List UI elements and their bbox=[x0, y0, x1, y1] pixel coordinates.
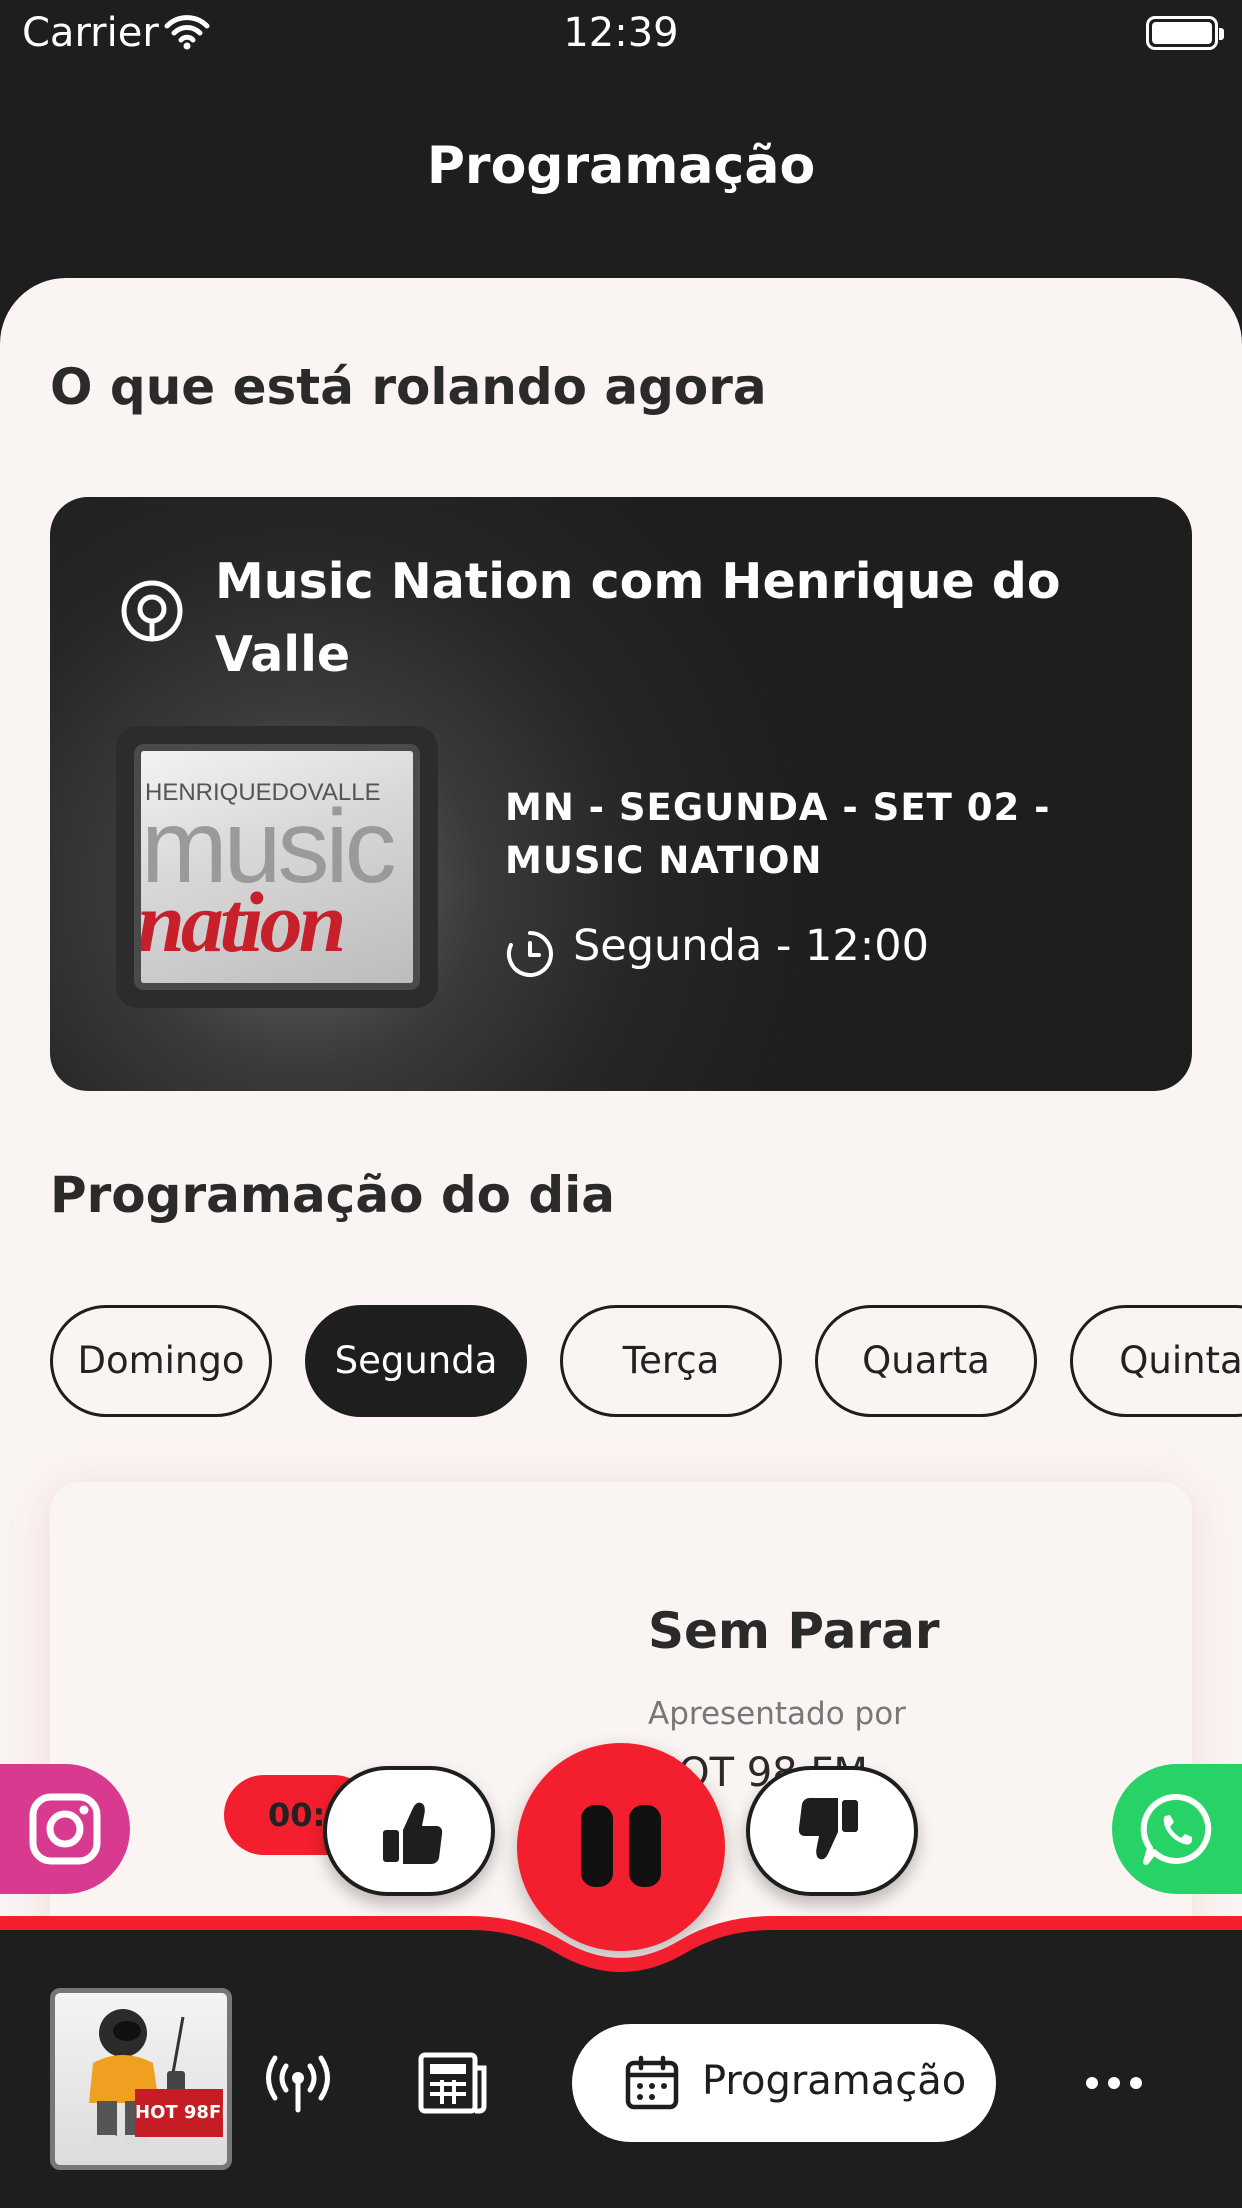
news-icon[interactable] bbox=[418, 2052, 488, 2114]
whatsapp-button[interactable] bbox=[1112, 1764, 1242, 1894]
thumbs-up-icon bbox=[383, 1802, 443, 1864]
whatsapp-icon bbox=[1140, 1793, 1212, 1865]
presented-by-label: Apresentado por bbox=[648, 1696, 906, 1732]
astronaut-mascot-icon bbox=[89, 2009, 185, 2147]
tab-programacao[interactable]: Programação bbox=[572, 2024, 996, 2142]
program-name: Sem Parar bbox=[648, 1602, 940, 1660]
now-playing-card[interactable]: Music Nation com Henrique do Valle HENRI… bbox=[50, 497, 1192, 1091]
instagram-icon bbox=[29, 1793, 101, 1865]
instagram-button[interactable] bbox=[0, 1764, 130, 1894]
day-chip-quarta[interactable]: Quarta bbox=[815, 1305, 1037, 1417]
album-thumbnail[interactable]: HOT 98FM bbox=[50, 1988, 232, 2170]
player-wave-divider bbox=[0, 1916, 1242, 1995]
show-title: Music Nation com Henrique do Valle bbox=[215, 553, 1061, 683]
status-time: 12:39 bbox=[563, 10, 679, 56]
day-chip-domingo[interactable]: Domingo bbox=[50, 1305, 272, 1417]
album-label: HOT 98FM bbox=[135, 2089, 223, 2137]
page-title: Programação bbox=[426, 136, 816, 196]
cover-word-nation: nation bbox=[137, 874, 346, 970]
more-options-icon[interactable] bbox=[1082, 2068, 1146, 2098]
battery-icon bbox=[1146, 16, 1224, 50]
day-chip-terca[interactable]: Terça bbox=[560, 1305, 782, 1417]
now-playing-section-title: O que está rolando agora bbox=[50, 358, 767, 416]
day-chip-segunda[interactable]: Segunda bbox=[305, 1305, 527, 1417]
dislike-button[interactable] bbox=[746, 1766, 918, 1896]
calendar-icon bbox=[625, 2055, 679, 2110]
like-button[interactable] bbox=[323, 1766, 495, 1896]
status-bar: Carrier 12:39 bbox=[0, 0, 1242, 70]
tab-programacao-label: Programação bbox=[702, 2058, 967, 2104]
content-sheet: O que está rolando agora Music Nation co… bbox=[0, 278, 1242, 1978]
podcast-icon bbox=[121, 580, 183, 642]
clock-icon bbox=[507, 931, 553, 977]
thumbs-down-icon bbox=[798, 1798, 858, 1860]
radio-broadcast-icon[interactable] bbox=[262, 2052, 334, 2114]
cover-art: HENRIQUEDOVALLE music nation bbox=[116, 726, 438, 1008]
schedule-time: Segunda - 12:00 bbox=[573, 921, 929, 971]
day-schedule-section-title: Programação do dia bbox=[50, 1166, 616, 1224]
day-chip-quinta[interactable]: Quinta bbox=[1070, 1305, 1242, 1417]
episode-title: MN - SEGUNDA - SET 02 - MUSIC NATION bbox=[505, 786, 1051, 882]
